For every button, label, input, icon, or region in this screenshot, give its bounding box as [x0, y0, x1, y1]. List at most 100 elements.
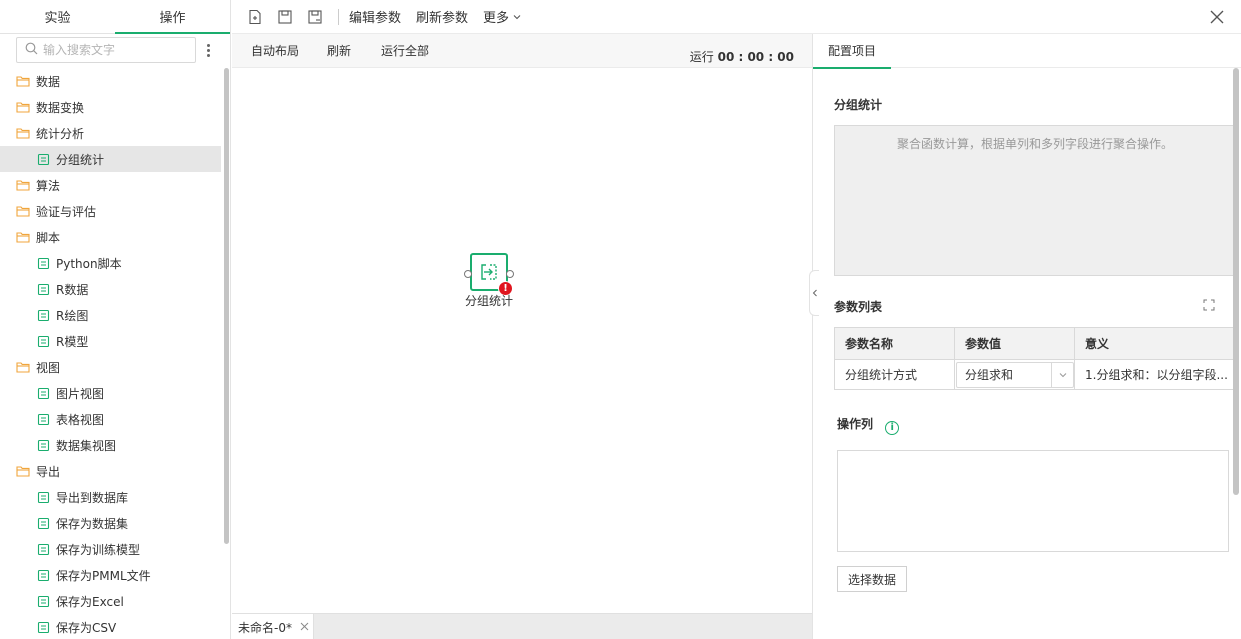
tree-item-label: 表格视图 [56, 412, 105, 427]
tree-item-label: 算法 [36, 178, 61, 193]
params-table: 参数名称 参数值 意义 分组统计方式 分组求和 1.分组求和：以分组字段... [834, 327, 1234, 390]
component-icon [36, 568, 50, 582]
tree-leaf-item-12[interactable]: 图片视图 [0, 380, 221, 406]
toolbar-separator [338, 8, 339, 25]
fullscreen-icon[interactable] [1203, 299, 1215, 311]
tree-leaf-item-18[interactable]: 保存为训练模型 [0, 536, 221, 562]
save-icon[interactable] [276, 8, 294, 26]
tree-folder-item-5[interactable]: 验证与评估 [0, 198, 221, 224]
tree-leaf-item-8[interactable]: R数据 [0, 276, 221, 302]
param-value-cell: 分组求和 [954, 359, 1075, 390]
tree-leaf-item-7[interactable]: Python脚本 [0, 250, 221, 276]
chevron-down-icon [513, 14, 521, 19]
output-port[interactable] [506, 270, 514, 278]
tree-folder-item-2[interactable]: 统计分析 [0, 120, 221, 146]
auto-layout-button[interactable]: 自动布局 [251, 42, 299, 59]
canvas-area[interactable]: 自动布局 刷新 运行全部 运行 00 : 00 : 00 ! 分组统计 [232, 34, 812, 613]
run-all-button[interactable]: 运行全部 [381, 42, 429, 59]
tab-config-items[interactable]: 配置项目 [813, 34, 892, 69]
folder-icon [16, 464, 30, 478]
refresh-params-button[interactable]: 刷新参数 [416, 7, 468, 26]
tree-folder-item-11[interactable]: 视图 [0, 354, 221, 380]
tree-item-label: 统计分析 [36, 126, 85, 141]
tree-item-label: 保存为PMML文件 [56, 568, 151, 583]
component-icon [36, 386, 50, 400]
select-data-button[interactable]: 选择数据 [837, 566, 907, 592]
config-panel: 配置项目 分组统计 聚合函数计算，根据单列和多列字段进行聚合操作。 参数列表 参… [812, 34, 1241, 639]
tree-folder-item-1[interactable]: 数据变换 [0, 94, 221, 120]
collapse-panel-handle[interactable] [809, 270, 819, 316]
tree-item-label: R模型 [56, 334, 89, 349]
group-stats-node[interactable]: ! [464, 253, 514, 296]
param-name-cell: 分组统计方式 [834, 359, 955, 390]
document-tab[interactable]: 未命名-0* [232, 614, 314, 639]
tree-item-label: 验证与评估 [36, 204, 97, 219]
input-port[interactable] [464, 270, 472, 278]
component-icon [36, 412, 50, 426]
header-meaning: 意义 [1074, 327, 1234, 360]
component-icon [36, 490, 50, 504]
tree-item-label: R数据 [56, 282, 89, 297]
param-meaning-cell: 1.分组求和：以分组字段... [1074, 359, 1234, 390]
more-menu-button[interactable]: 更多 [483, 7, 522, 26]
runtime-value: 00 : 00 : 00 [717, 50, 794, 64]
component-icon [36, 282, 50, 296]
tab-experiment[interactable]: 实验 [0, 0, 115, 33]
ops-title: 操作列 [837, 417, 874, 431]
group-method-select[interactable]: 分组求和 [956, 361, 1074, 388]
component-title: 分组统计 [834, 98, 883, 112]
edit-params-button[interactable]: 编辑参数 [349, 7, 401, 26]
tree-item-label: 导出到数据库 [56, 490, 129, 505]
tree-item-label: 保存为训练模型 [56, 542, 141, 557]
more-options-icon[interactable] [204, 43, 212, 57]
info-icon[interactable]: i [885, 420, 900, 435]
tree-folder-item-0[interactable]: 数据 [0, 68, 221, 94]
tree-leaf-item-16[interactable]: 导出到数据库 [0, 484, 221, 510]
tab-operations[interactable]: 操作 [115, 0, 230, 34]
new-file-icon[interactable] [246, 8, 264, 26]
tree-item-label: 数据集视图 [56, 438, 117, 453]
group-stats-node-icon [481, 264, 497, 280]
document-tab-label: 未命名-0* [238, 620, 292, 635]
component-icon [36, 620, 50, 634]
tree-item-label: 数据 [36, 74, 61, 89]
search-icon [25, 42, 38, 58]
tree-leaf-item-9[interactable]: R绘图 [0, 302, 221, 328]
tree-folder-item-15[interactable]: 导出 [0, 458, 221, 484]
save-as-icon[interactable] [306, 8, 324, 26]
right-scrollbar[interactable] [1233, 68, 1239, 495]
component-icon [36, 516, 50, 530]
component-icon [36, 542, 50, 556]
refresh-button[interactable]: 刷新 [327, 42, 351, 59]
tab-close-icon[interactable] [300, 620, 309, 634]
tree-item-label: 保存为数据集 [56, 516, 129, 531]
runtime-display: 运行 00 : 00 : 00 [690, 48, 794, 65]
tree-leaf-item-21[interactable]: 保存为CSV [0, 614, 221, 639]
tree-folder-item-6[interactable]: 脚本 [0, 224, 221, 250]
tree-leaf-item-13[interactable]: 表格视图 [0, 406, 221, 432]
search-input[interactable] [43, 43, 183, 57]
folder-icon [16, 74, 30, 88]
tree-item-label: R绘图 [56, 308, 89, 323]
component-description: 聚合函数计算，根据单列和多列字段进行聚合操作。 [834, 125, 1236, 276]
folder-icon [16, 230, 30, 244]
tree-leaf-item-19[interactable]: 保存为PMML文件 [0, 562, 221, 588]
tree-leaf-item-10[interactable]: R模型 [0, 328, 221, 354]
tree-leaf-item-20[interactable]: 保存为Excel [0, 588, 221, 614]
left-scrollbar[interactable] [224, 68, 229, 544]
close-icon[interactable] [1209, 9, 1225, 25]
search-box[interactable] [16, 37, 196, 63]
tree-item-label: 视图 [36, 360, 61, 375]
params-title: 参数列表 [834, 300, 883, 314]
tree-leaf-item-14[interactable]: 数据集视图 [0, 432, 221, 458]
tree-folder-item-4[interactable]: 算法 [0, 172, 221, 198]
tree-item-label: 保存为CSV [56, 620, 117, 635]
ops-columns-box[interactable] [837, 450, 1229, 552]
operations-tree: 数据数据变换统计分析分组统计算法验证与评估脚本 Python脚本 R数据 R绘图 R模型… [0, 68, 221, 639]
tree-leaf-item-17[interactable]: 保存为数据集 [0, 510, 221, 536]
tree-leaf-item-3[interactable]: 分组统计 [0, 146, 221, 172]
tree-item-label: 保存为Excel [56, 594, 124, 609]
group-method-select-value: 分组求和 [965, 368, 1014, 382]
search-row [0, 34, 230, 66]
component-icon [36, 438, 50, 452]
